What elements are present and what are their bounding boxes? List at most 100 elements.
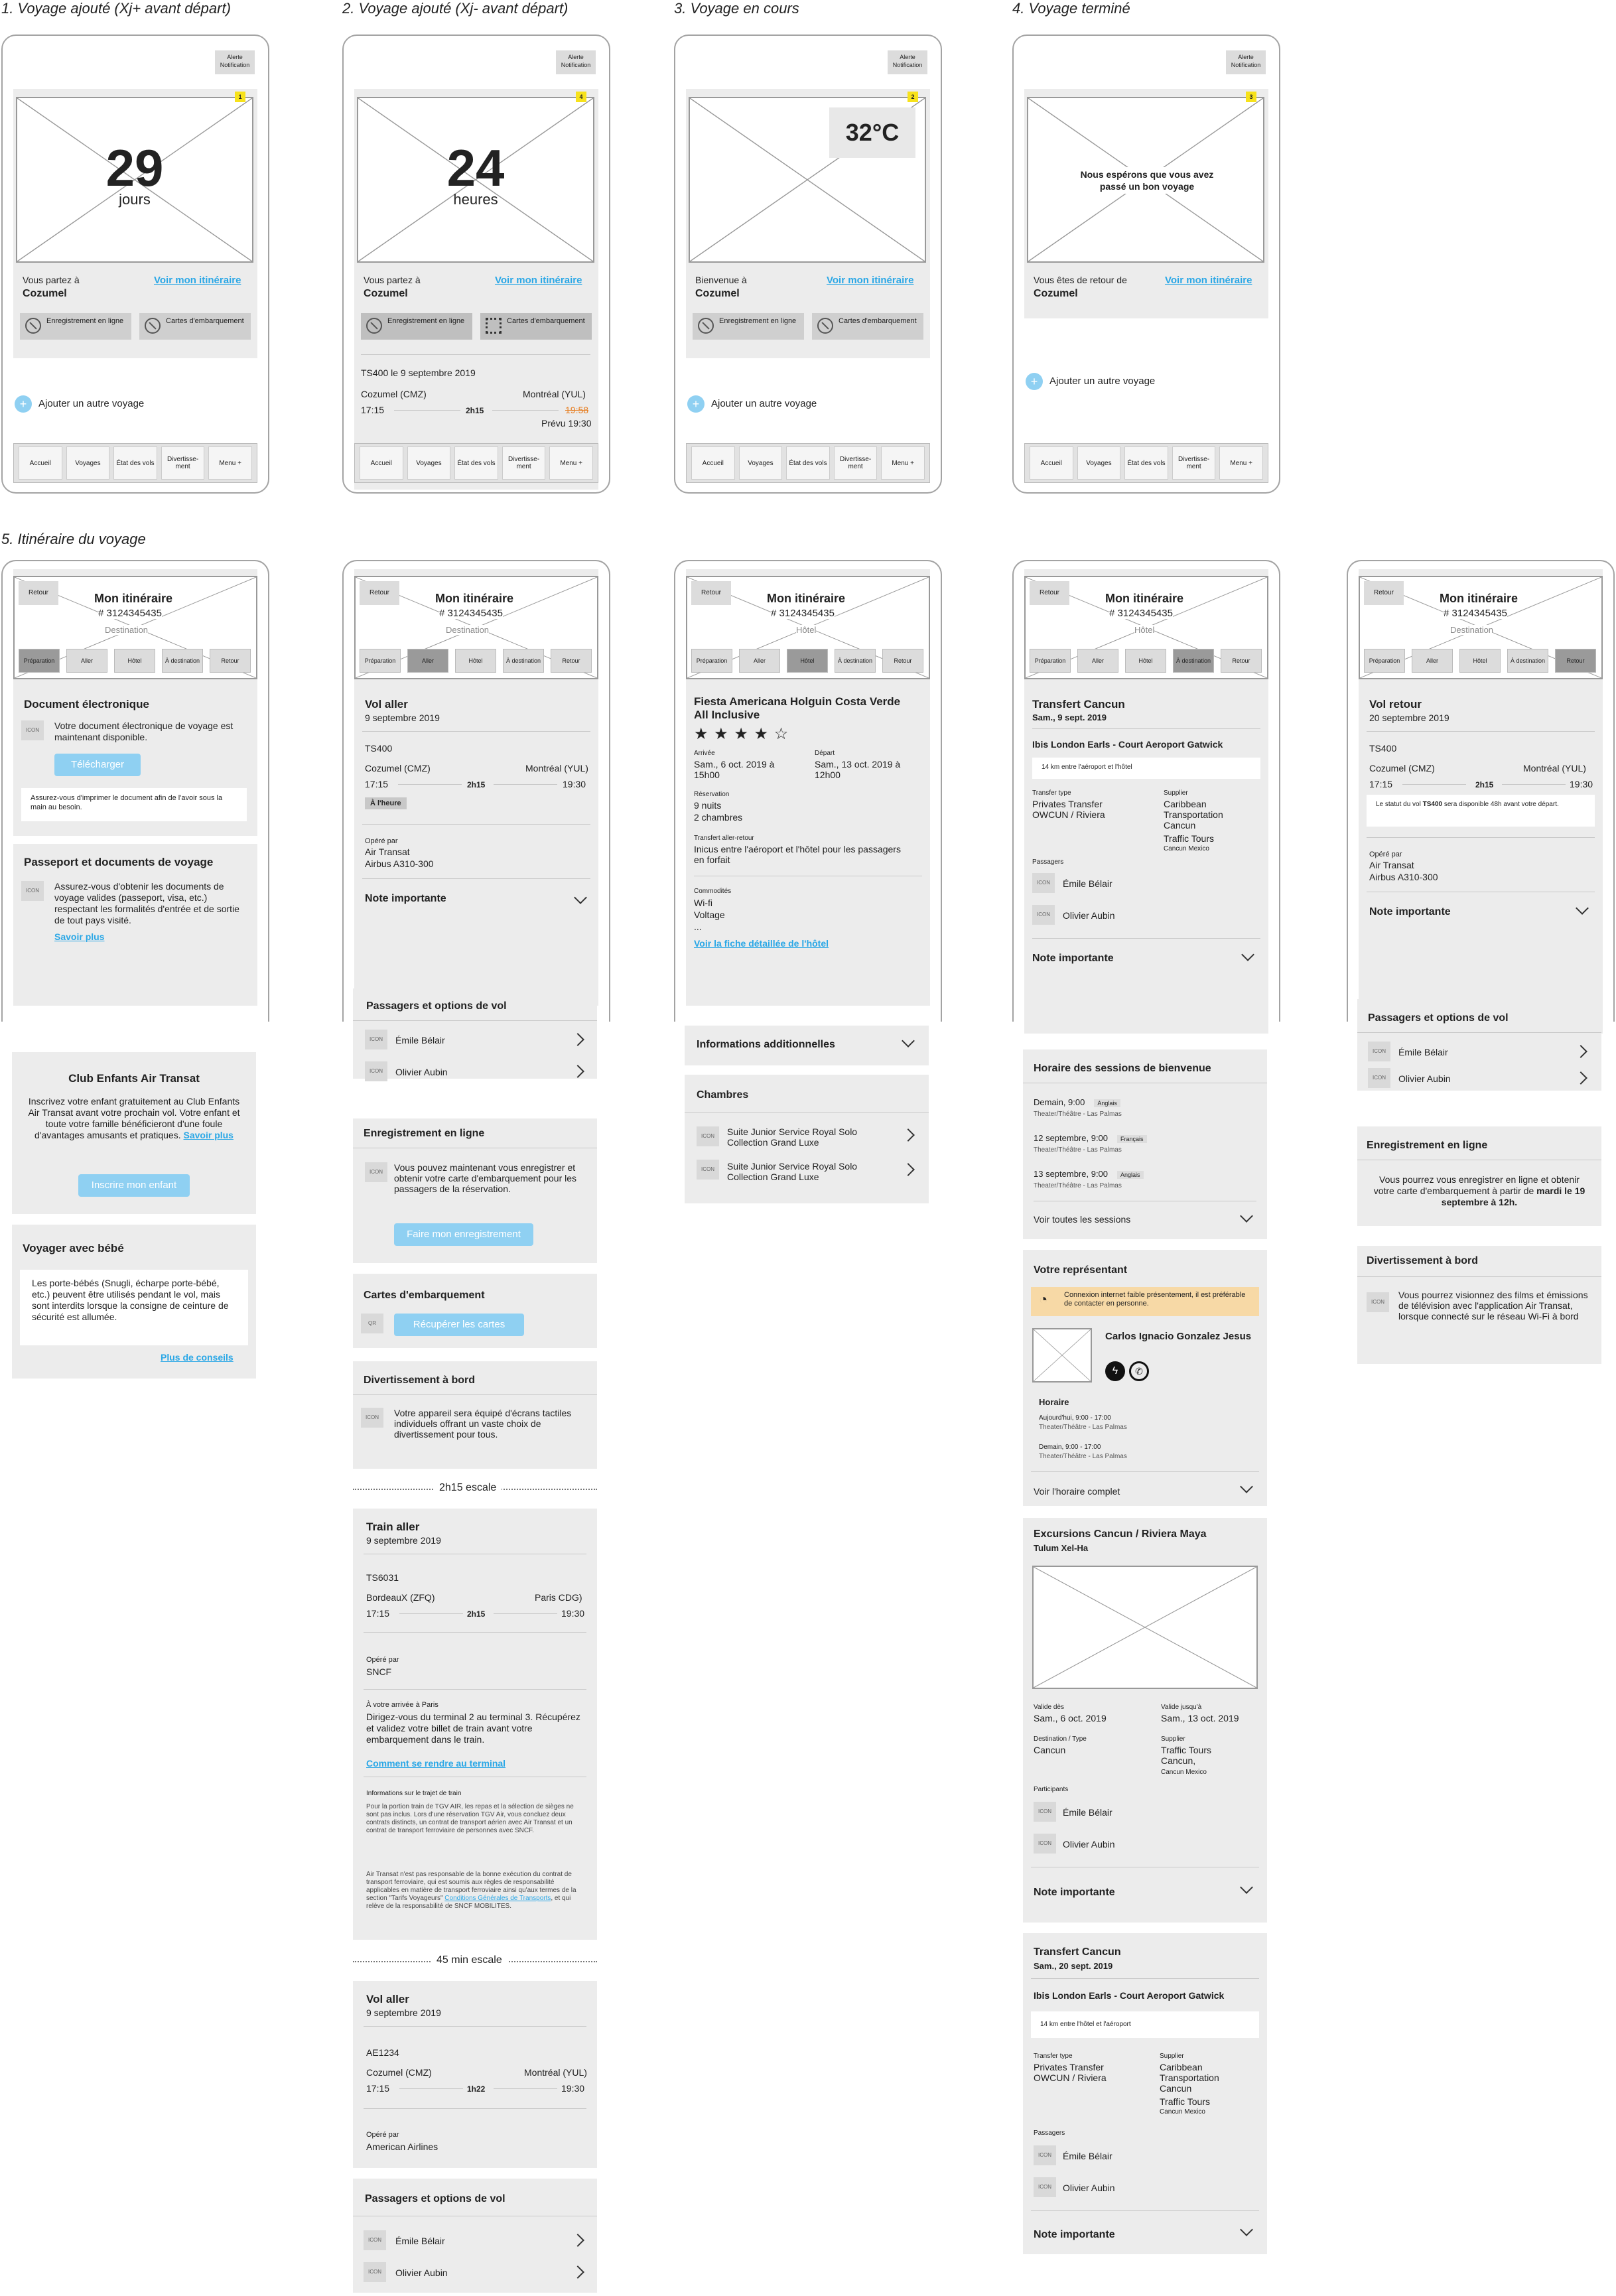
passenger-name[interactable]: Olivier Aubin bbox=[1398, 1073, 1451, 1084]
chevron-down-icon[interactable] bbox=[902, 1034, 915, 1047]
chevron-right-icon[interactable] bbox=[1574, 1045, 1587, 1058]
tab-preparation[interactable]: Préparation bbox=[360, 649, 401, 673]
checkin-button[interactable]: Enregistrement en ligne bbox=[20, 313, 131, 340]
nav-etat-vols[interactable]: État des vols bbox=[786, 446, 830, 480]
tab-preparation[interactable]: Préparation bbox=[1030, 649, 1071, 673]
chevron-right-icon[interactable] bbox=[571, 1033, 584, 1046]
back-button[interactable]: Retour bbox=[19, 581, 58, 605]
tab-retour[interactable]: Retour bbox=[1555, 649, 1596, 673]
boarding-pass-button[interactable]: Cartes d'embarquement bbox=[812, 313, 923, 340]
nav-etat-vols[interactable]: État des vols bbox=[113, 446, 157, 480]
terminal-link[interactable]: Comment se rendre au terminal bbox=[366, 1758, 505, 1769]
nav-etat-vols[interactable]: État des vols bbox=[1124, 446, 1168, 480]
chevron-down-icon[interactable] bbox=[574, 891, 587, 904]
itinerary-link[interactable]: Voir mon itinéraire bbox=[495, 275, 582, 286]
tab-hotel[interactable]: Hôtel bbox=[1125, 649, 1166, 673]
passenger-name[interactable]: Émile Bélair bbox=[395, 2236, 445, 2246]
conditions-link[interactable]: Conditions Générales de Transports bbox=[444, 1895, 551, 1902]
tab-destination[interactable]: À destination bbox=[1173, 649, 1214, 673]
note-title[interactable]: Note importante bbox=[1034, 1887, 1115, 1899]
tips-link[interactable]: Plus de conseils bbox=[161, 1352, 234, 1363]
alert-notification-button[interactable]: Alerte Notification bbox=[556, 50, 596, 74]
all-sessions-link[interactable]: Voir toutes les sessions bbox=[1034, 1214, 1130, 1225]
nav-menu[interactable]: Menu + bbox=[208, 446, 252, 480]
nav-accueil[interactable]: Accueil bbox=[691, 446, 735, 480]
nav-etat-vols[interactable]: État des vols bbox=[454, 446, 498, 480]
note-title[interactable]: Note importante bbox=[1369, 906, 1451, 918]
tab-preparation[interactable]: Préparation bbox=[691, 649, 732, 673]
hotel-details-link[interactable]: Voir la fiche détaillée de l'hôtel bbox=[694, 938, 829, 949]
passenger-name[interactable]: Olivier Aubin bbox=[395, 1067, 448, 1077]
nav-menu[interactable]: Menu + bbox=[1219, 446, 1263, 480]
add-trip-link[interactable]: Ajouter un autre voyage bbox=[1049, 375, 1155, 387]
checkin-button[interactable]: Enregistrement en ligne bbox=[361, 313, 472, 340]
itinerary-link[interactable]: Voir mon itinéraire bbox=[154, 275, 241, 286]
tab-destination[interactable]: À destination bbox=[162, 649, 203, 673]
add-trip-icon[interactable]: + bbox=[1026, 373, 1043, 390]
alert-notification-button[interactable]: Alerte Notification bbox=[215, 50, 255, 74]
nav-divertissement[interactable]: Divertisse-ment bbox=[833, 446, 878, 480]
back-button[interactable]: Retour bbox=[691, 581, 731, 605]
itinerary-link[interactable]: Voir mon itinéraire bbox=[827, 275, 913, 286]
whatsapp-icon[interactable]: ✆ bbox=[1129, 1361, 1149, 1381]
boarding-pass-button[interactable]: Cartes d'embarquement bbox=[480, 313, 592, 340]
tab-aller[interactable]: Aller bbox=[407, 649, 448, 673]
note-title[interactable]: Note importante bbox=[365, 893, 446, 905]
tab-destination[interactable]: À destination bbox=[1507, 649, 1548, 673]
nav-voyages[interactable]: Voyages bbox=[66, 446, 110, 480]
tab-hotel[interactable]: Hôtel bbox=[1459, 649, 1501, 673]
itinerary-link[interactable]: Voir mon itinéraire bbox=[1165, 275, 1252, 286]
room-name[interactable]: Suite Junior Service Royal Solo Collecti… bbox=[727, 1161, 886, 1182]
passenger-name[interactable]: Émile Bélair bbox=[1398, 1047, 1448, 1057]
chevron-right-icon[interactable] bbox=[571, 2234, 584, 2247]
tab-retour[interactable]: Retour bbox=[882, 649, 923, 673]
chevron-down-icon[interactable] bbox=[1576, 902, 1589, 915]
note-title[interactable]: Note importante bbox=[1034, 2229, 1115, 2241]
passport-more-link[interactable]: Savoir plus bbox=[54, 931, 104, 942]
alert-notification-button[interactable]: Alerte Notification bbox=[888, 50, 927, 74]
chevron-down-icon[interactable] bbox=[1240, 1881, 1253, 1894]
tab-aller[interactable]: Aller bbox=[1412, 649, 1453, 673]
back-button[interactable]: Retour bbox=[360, 581, 399, 605]
checkin-button[interactable]: Enregistrement en ligne bbox=[693, 313, 804, 340]
tab-hotel[interactable]: Hôtel bbox=[787, 649, 828, 673]
checkin-now-button[interactable]: Faire mon enregistrement bbox=[394, 1223, 533, 1246]
add-trip-link[interactable]: Ajouter un autre voyage bbox=[711, 398, 817, 409]
note-title[interactable]: Note importante bbox=[1032, 953, 1114, 965]
chevron-right-icon[interactable] bbox=[571, 2265, 584, 2279]
chevron-down-icon[interactable] bbox=[1240, 1209, 1253, 1223]
tab-aller[interactable]: Aller bbox=[66, 649, 107, 673]
add-trip-icon[interactable]: + bbox=[15, 395, 32, 413]
tab-retour[interactable]: Retour bbox=[551, 649, 592, 673]
passenger-name[interactable]: Olivier Aubin bbox=[395, 2267, 448, 2278]
nav-accueil[interactable]: Accueil bbox=[360, 446, 403, 480]
tab-preparation[interactable]: Préparation bbox=[19, 649, 60, 673]
tab-retour[interactable]: Retour bbox=[1221, 649, 1262, 673]
additional-info-title[interactable]: Informations additionnelles bbox=[697, 1039, 835, 1051]
tab-destination[interactable]: À destination bbox=[835, 649, 876, 673]
nav-menu[interactable]: Menu + bbox=[881, 446, 925, 480]
full-schedule-link[interactable]: Voir l'horaire complet bbox=[1034, 1486, 1120, 1497]
download-button[interactable]: Télécharger bbox=[54, 754, 141, 776]
back-button[interactable]: Retour bbox=[1364, 581, 1404, 605]
chevron-right-icon[interactable] bbox=[902, 1128, 915, 1142]
add-trip-link[interactable]: Ajouter un autre voyage bbox=[38, 398, 144, 409]
add-trip-icon[interactable]: + bbox=[687, 395, 705, 413]
tab-preparation[interactable]: Préparation bbox=[1364, 649, 1405, 673]
chevron-right-icon[interactable] bbox=[1574, 1071, 1587, 1085]
chevron-down-icon[interactable] bbox=[1241, 948, 1254, 961]
nav-divertissement[interactable]: Divertisse-ment bbox=[1172, 446, 1216, 480]
nav-accueil[interactable]: Accueil bbox=[19, 446, 62, 480]
nav-voyages[interactable]: Voyages bbox=[407, 446, 451, 480]
alert-notification-button[interactable]: Alerte Notification bbox=[1226, 50, 1266, 74]
nav-divertissement[interactable]: Divertisse-ment bbox=[502, 446, 546, 480]
chevron-down-icon[interactable] bbox=[1240, 1480, 1253, 1493]
nav-voyages[interactable]: Voyages bbox=[738, 446, 783, 480]
club-more-link[interactable]: Savoir plus bbox=[184, 1130, 234, 1140]
tab-aller[interactable]: Aller bbox=[739, 649, 780, 673]
tab-hotel[interactable]: Hôtel bbox=[114, 649, 155, 673]
tab-retour[interactable]: Retour bbox=[210, 649, 251, 673]
chevron-right-icon[interactable] bbox=[902, 1163, 915, 1176]
nav-divertissement[interactable]: Divertisse-ment bbox=[161, 446, 205, 480]
enroll-child-button[interactable]: Inscrire mon enfant bbox=[78, 1174, 190, 1197]
